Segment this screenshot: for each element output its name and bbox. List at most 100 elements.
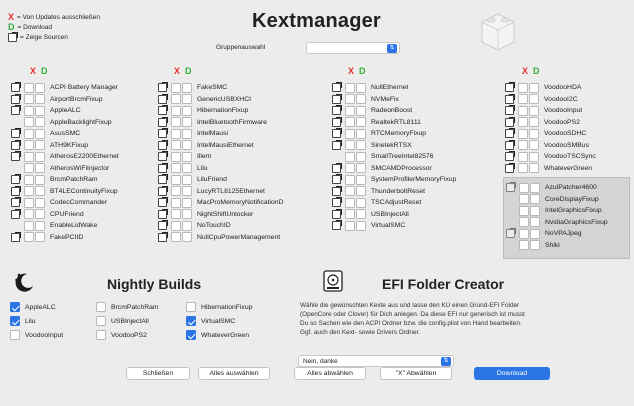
download-checkbox[interactable]: [35, 197, 45, 208]
exclude-checkbox[interactable]: [345, 197, 355, 208]
download-checkbox[interactable]: [529, 140, 539, 151]
download-checkbox[interactable]: [530, 182, 540, 193]
source-link-icon[interactable]: [10, 174, 21, 185]
exclude-checkbox[interactable]: [518, 151, 528, 162]
download-checkbox[interactable]: [356, 209, 366, 220]
source-link-icon[interactable]: [10, 139, 21, 151]
source-link-icon[interactable]: [10, 128, 21, 139]
source-link-icon[interactable]: [331, 105, 342, 116]
source-link-icon[interactable]: [331, 128, 342, 139]
nightly-checkbox[interactable]: [10, 330, 20, 340]
download-checkbox[interactable]: [356, 186, 366, 197]
nightly-checkbox[interactable]: [186, 302, 196, 312]
source-link-icon[interactable]: [505, 182, 516, 193]
download-checkbox[interactable]: [356, 163, 366, 174]
exclude-checkbox[interactable]: [519, 194, 529, 205]
exclude-checkbox[interactable]: [345, 163, 355, 174]
exclude-checkbox[interactable]: [24, 174, 34, 185]
source-link-icon[interactable]: [157, 105, 168, 116]
source-link-icon[interactable]: [331, 139, 342, 151]
exclude-checkbox[interactable]: [24, 197, 34, 208]
exclude-checkbox[interactable]: [345, 94, 355, 105]
source-link-icon[interactable]: [157, 162, 168, 174]
download-checkbox[interactable]: [182, 140, 192, 151]
download-checkbox[interactable]: [356, 128, 366, 139]
exclude-checkbox[interactable]: [171, 197, 181, 208]
download-checkbox[interactable]: [182, 163, 192, 174]
source-link-icon[interactable]: [157, 231, 168, 243]
exclude-checkbox[interactable]: [518, 128, 528, 139]
source-link-icon[interactable]: [10, 197, 21, 208]
exclude-checkbox[interactable]: [24, 105, 34, 116]
source-link-icon[interactable]: [157, 208, 168, 220]
exclude-checkbox[interactable]: [345, 82, 355, 93]
source-link-icon[interactable]: [504, 162, 515, 174]
exclude-checkbox[interactable]: [518, 105, 528, 116]
download-checkbox[interactable]: [35, 220, 45, 231]
exclude-checkbox[interactable]: [24, 128, 34, 139]
exclude-checkbox[interactable]: [171, 186, 181, 197]
download-checkbox[interactable]: [530, 240, 540, 251]
download-checkbox[interactable]: [529, 105, 539, 116]
download-checkbox[interactable]: [529, 128, 539, 139]
close-button[interactable]: Schließen: [126, 367, 190, 380]
exclude-checkbox[interactable]: [345, 105, 355, 116]
source-link-icon[interactable]: [157, 139, 168, 151]
exclude-checkbox[interactable]: [171, 174, 181, 185]
download-checkbox[interactable]: [356, 197, 366, 208]
download-checkbox[interactable]: [182, 128, 192, 139]
download-checkbox[interactable]: [35, 82, 45, 93]
source-link-icon[interactable]: [504, 139, 515, 151]
download-checkbox[interactable]: [356, 105, 366, 116]
download-checkbox[interactable]: [356, 117, 366, 128]
source-link-icon[interactable]: [331, 174, 342, 185]
exclude-checkbox[interactable]: [24, 151, 34, 162]
download-checkbox[interactable]: [182, 186, 192, 197]
source-link-icon[interactable]: [504, 105, 515, 116]
exclude-checkbox[interactable]: [345, 117, 355, 128]
download-button[interactable]: Download: [474, 367, 550, 380]
exclude-checkbox[interactable]: [518, 82, 528, 93]
exclude-checkbox[interactable]: [171, 94, 181, 105]
download-checkbox[interactable]: [182, 232, 192, 243]
nightly-checkbox[interactable]: [96, 330, 106, 340]
exclude-checkbox[interactable]: [518, 140, 528, 151]
download-checkbox[interactable]: [356, 151, 366, 162]
exclude-checkbox[interactable]: [345, 209, 355, 220]
exclude-checkbox[interactable]: [171, 140, 181, 151]
download-checkbox[interactable]: [182, 209, 192, 220]
exclude-checkbox[interactable]: [171, 128, 181, 139]
download-checkbox[interactable]: [529, 163, 539, 174]
download-checkbox[interactable]: [35, 151, 45, 162]
nightly-checkbox[interactable]: [186, 330, 196, 340]
download-checkbox[interactable]: [35, 94, 45, 105]
source-link-icon[interactable]: [504, 93, 515, 105]
nightly-checkbox[interactable]: [10, 316, 20, 326]
exclude-checkbox[interactable]: [519, 228, 529, 239]
download-checkbox[interactable]: [356, 220, 366, 231]
download-checkbox[interactable]: [530, 228, 540, 239]
nightly-checkbox[interactable]: [186, 316, 196, 326]
x-deselect-button[interactable]: "X" Abwählen: [380, 367, 452, 380]
exclude-checkbox[interactable]: [24, 163, 34, 174]
nightly-checkbox[interactable]: [10, 302, 20, 312]
exclude-checkbox[interactable]: [24, 232, 34, 243]
download-checkbox[interactable]: [356, 82, 366, 93]
download-checkbox[interactable]: [356, 174, 366, 185]
source-link-icon[interactable]: [10, 185, 21, 197]
download-checkbox[interactable]: [182, 117, 192, 128]
exclude-checkbox[interactable]: [518, 163, 528, 174]
download-checkbox[interactable]: [182, 94, 192, 105]
exclude-checkbox[interactable]: [519, 182, 529, 193]
download-checkbox[interactable]: [530, 205, 540, 216]
exclude-checkbox[interactable]: [24, 186, 34, 197]
source-link-icon[interactable]: [10, 82, 21, 93]
exclude-checkbox[interactable]: [24, 140, 34, 151]
download-checkbox[interactable]: [182, 220, 192, 231]
source-link-icon[interactable]: [157, 185, 168, 197]
source-link-icon[interactable]: [10, 151, 21, 162]
download-checkbox[interactable]: [35, 105, 45, 116]
download-checkbox[interactable]: [182, 105, 192, 116]
source-link-icon[interactable]: [157, 151, 168, 162]
deselect-all-button[interactable]: Alles abwählen: [294, 367, 366, 380]
